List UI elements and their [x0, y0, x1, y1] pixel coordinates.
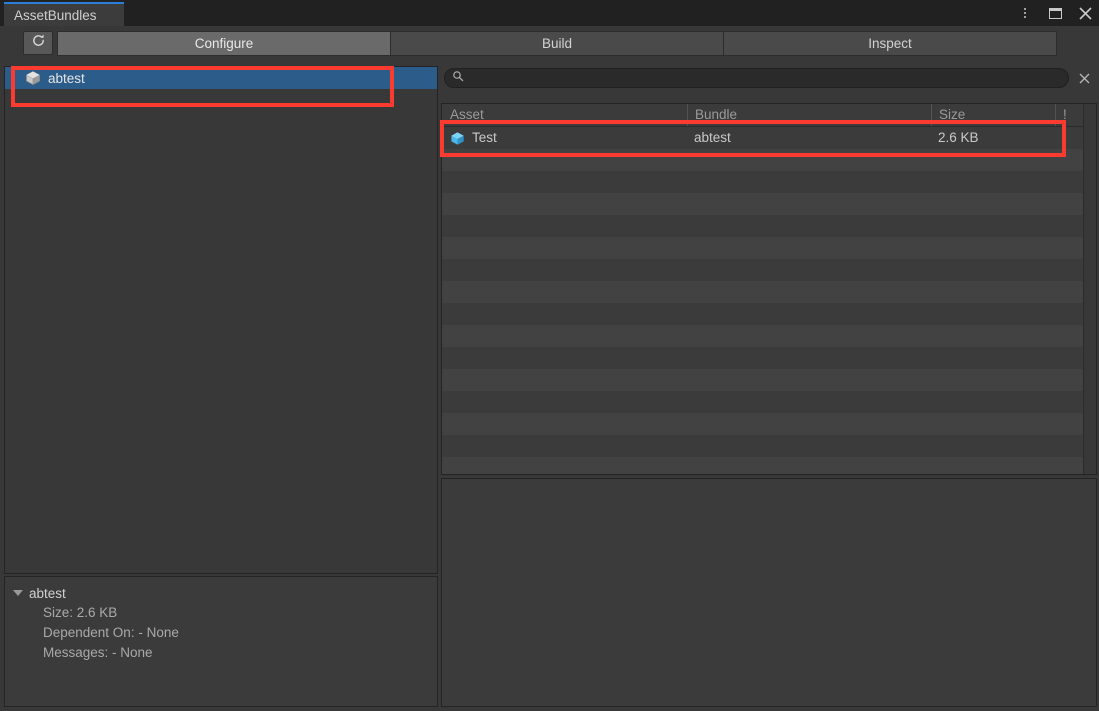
table-row-empty[interactable] [442, 457, 1096, 474]
table-row-empty[interactable] [442, 325, 1096, 347]
tab-configure-label: Configure [194, 36, 254, 51]
cell-asset-label: Test [472, 130, 497, 145]
bundle-detail-size: Size: 2.6 KB [43, 605, 118, 620]
close-icon[interactable] [1077, 5, 1093, 21]
table-row-empty[interactable] [442, 347, 1096, 369]
table-row-empty[interactable] [442, 413, 1096, 435]
chevron-down-icon [13, 590, 23, 596]
kebab-menu-icon[interactable] [1017, 5, 1033, 21]
refresh-icon [31, 33, 46, 53]
table-row-empty[interactable] [442, 435, 1096, 457]
bundle-tree-item-label: abtest [48, 70, 85, 86]
window-tab-assetbundles[interactable]: AssetBundles [4, 2, 124, 26]
table-row[interactable]: Test abtest 2.6 KB [442, 127, 1096, 149]
cell-bundle: abtest [694, 130, 731, 145]
bundle-detail-dependent-on: Dependent On: - None [43, 625, 179, 640]
bundle-detail-messages: Messages: - None [43, 645, 153, 660]
title-bar: AssetBundles [0, 0, 1099, 26]
cell-asset: Test [450, 127, 695, 149]
search-clear-button[interactable] [1075, 69, 1093, 87]
tab-inspect[interactable]: Inspect [723, 31, 1057, 56]
table-row-empty[interactable] [442, 171, 1096, 193]
bundle-box-icon [25, 70, 41, 86]
table-row-empty[interactable] [442, 303, 1096, 325]
table-row-empty[interactable] [442, 281, 1096, 303]
search-input[interactable] [469, 71, 1049, 85]
bundle-detail-name: abtest [29, 585, 66, 601]
search-icon [452, 69, 464, 87]
column-header-bundle[interactable]: Bundle [687, 104, 790, 126]
asset-list-panel: Asset Bundle Size ! Test abtest 2.6 KB [441, 103, 1097, 475]
column-header-asset[interactable]: Asset [442, 104, 687, 126]
table-row-empty[interactable] [442, 215, 1096, 237]
cell-size: 2.6 KB [938, 130, 979, 145]
search-bar [444, 67, 1097, 89]
prefab-cube-icon [450, 131, 465, 146]
table-row-empty[interactable] [442, 149, 1096, 171]
column-header-size[interactable]: Size [931, 104, 1055, 126]
table-row-empty[interactable] [442, 193, 1096, 215]
bundle-tree-item-abtest[interactable]: abtest [5, 67, 437, 89]
table-row-empty[interactable] [442, 369, 1096, 391]
column-header-message[interactable]: ! [1055, 104, 1083, 126]
bundle-detail-header[interactable]: abtest [13, 583, 437, 603]
window-controls [1017, 0, 1093, 26]
search-field[interactable] [444, 68, 1069, 88]
table-row-empty[interactable] [442, 259, 1096, 281]
bundle-tree-panel: abtest [4, 66, 438, 574]
asset-list-scrollbar[interactable] [1083, 104, 1096, 474]
tab-configure[interactable]: Configure [57, 31, 391, 56]
refresh-button[interactable] [23, 31, 53, 55]
assetbundles-window: AssetBundles Configure Build Inspect abt… [0, 0, 1099, 711]
window-tab-label: AssetBundles [14, 7, 97, 23]
bundle-detail-panel: abtest Size: 2.6 KB Dependent On: - None… [4, 576, 438, 707]
tab-build-label: Build [541, 36, 573, 51]
tab-build[interactable]: Build [390, 31, 724, 56]
maximize-icon[interactable] [1047, 5, 1063, 21]
table-row-empty[interactable] [442, 391, 1096, 413]
table-row-empty[interactable] [442, 237, 1096, 259]
asset-table-header: Asset Bundle Size ! [442, 104, 1096, 127]
asset-detail-panel [441, 478, 1097, 707]
tab-inspect-label: Inspect [868, 36, 912, 51]
asset-table-body: Test abtest 2.6 KB [442, 127, 1096, 474]
